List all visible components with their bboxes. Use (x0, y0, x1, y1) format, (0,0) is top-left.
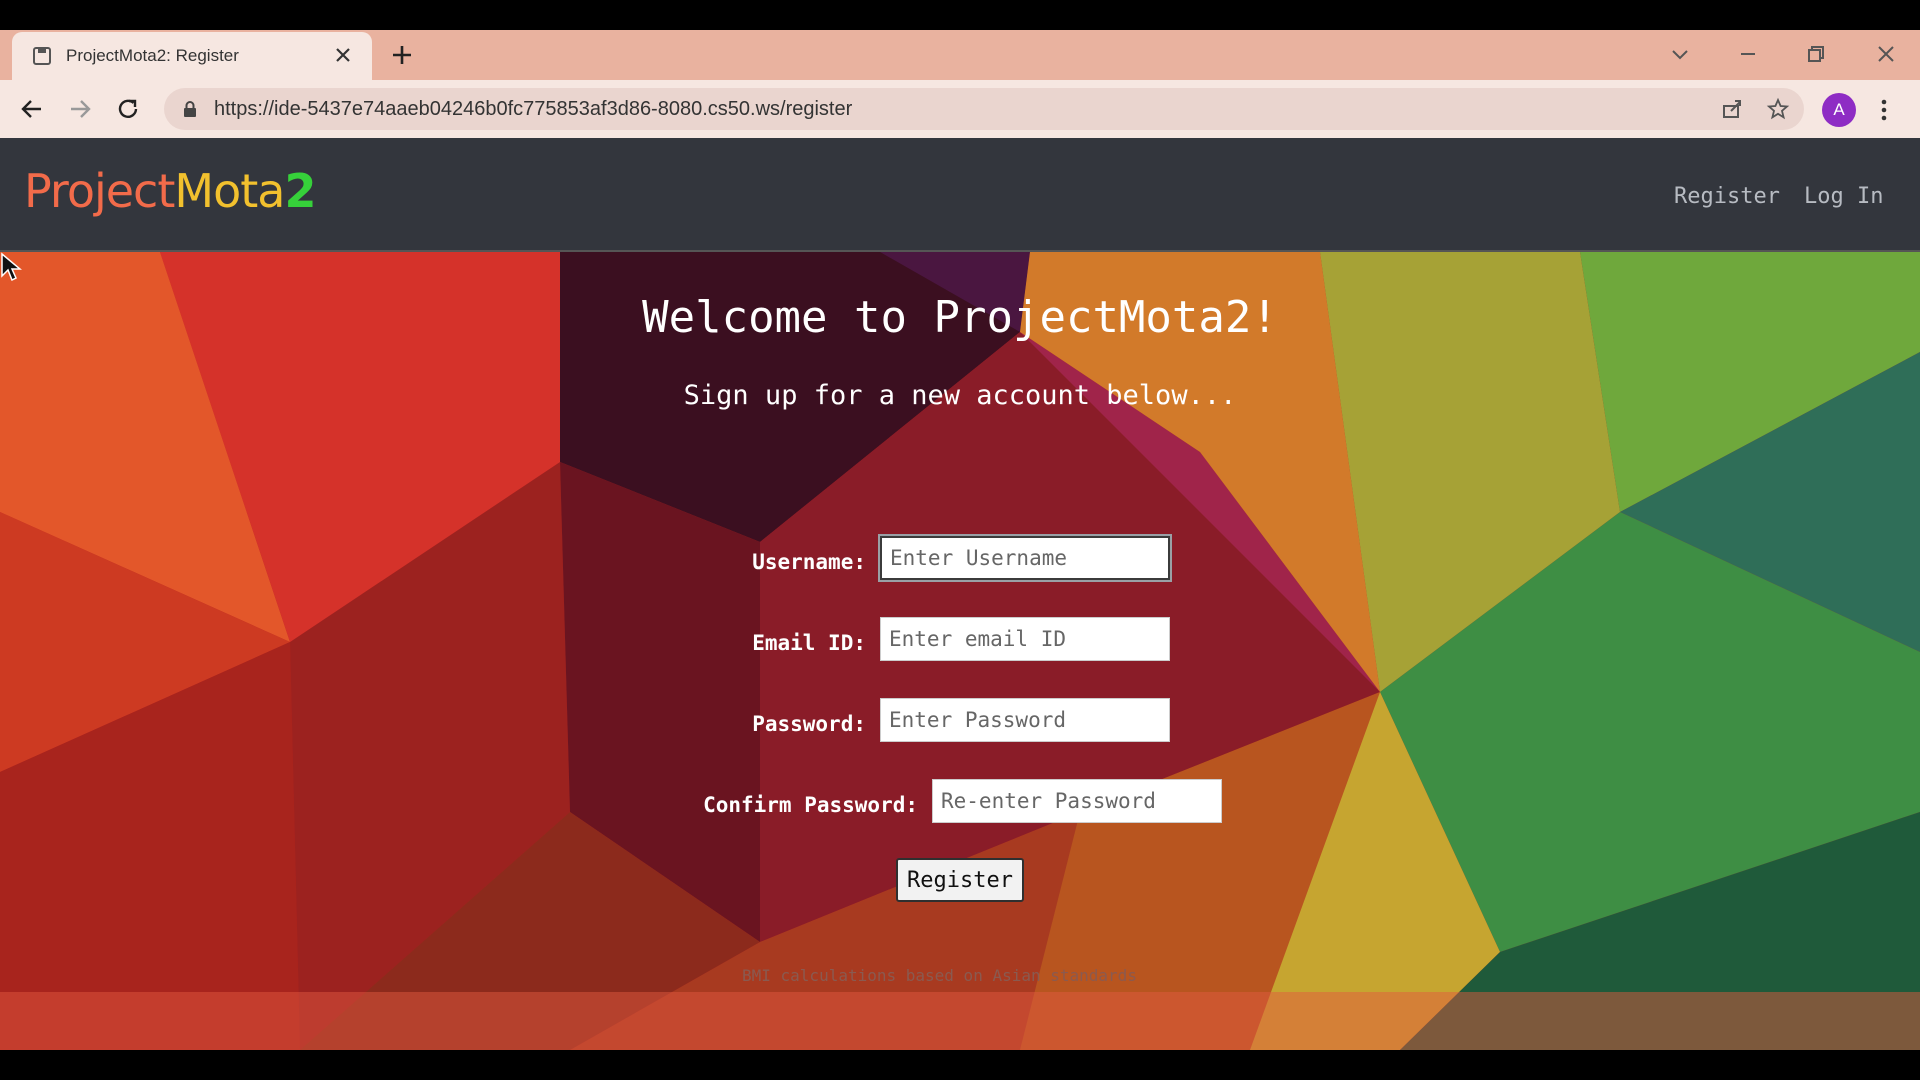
password-label: Password: (752, 712, 866, 736)
confirm-password-label: Confirm Password: (703, 793, 918, 817)
restore-icon[interactable] (1802, 40, 1830, 68)
email-input[interactable] (880, 617, 1170, 661)
back-icon[interactable] (18, 95, 46, 123)
page-title: Welcome to ProjectMota2! (642, 292, 1278, 343)
new-tab-icon[interactable] (390, 43, 414, 67)
tab-search-icon[interactable] (1666, 40, 1694, 68)
confirm-password-input[interactable] (932, 779, 1222, 823)
page-icon (33, 47, 51, 65)
close-tab-icon[interactable] (332, 44, 354, 66)
reload-icon[interactable] (114, 95, 142, 123)
page-subtitle: Sign up for a new account below... (683, 380, 1237, 411)
username-input[interactable] (880, 536, 1170, 580)
url-text: https://ide-5437e74aaeb04246b0fc775853af… (214, 98, 853, 120)
email-label: Email ID: (752, 631, 866, 655)
site-navbar: ProjectMota2 Register Log In (0, 138, 1920, 252)
lock-icon[interactable] (182, 100, 198, 118)
close-window-icon[interactable] (1872, 40, 1900, 68)
browser-toolbar: https://ide-5437e74aaeb04246b0fc775853af… (0, 80, 1920, 138)
minimize-icon[interactable] (1734, 40, 1762, 68)
profile-avatar[interactable]: A (1822, 93, 1856, 127)
share-icon[interactable] (1720, 97, 1744, 121)
site-logo[interactable]: ProjectMota2 (24, 164, 316, 218)
nav-login-link[interactable]: Log In (1804, 184, 1883, 209)
browser-tab[interactable]: ProjectMota2: Register (12, 32, 372, 80)
register-button[interactable]: Register (896, 858, 1024, 902)
bookmark-star-icon[interactable] (1766, 97, 1790, 121)
menu-kebab-icon[interactable] (1876, 96, 1892, 124)
footer (0, 992, 1920, 1050)
web-page: ProjectMota2 Register Log In Welcome to … (0, 138, 1920, 1050)
register-content: Welcome to ProjectMota2! Sign up for a n… (0, 252, 1920, 1050)
hero-section: Welcome to ProjectMota2! Sign up for a n… (0, 252, 1920, 1050)
mouse-cursor-icon (1, 252, 22, 282)
nav-register-link[interactable]: Register (1674, 184, 1780, 209)
forward-icon[interactable] (66, 95, 94, 123)
footer-note: BMI calculations based on Asian standard… (742, 966, 1137, 985)
screen: ProjectMota2: Register https://ide-5437e… (0, 30, 1920, 1050)
username-label: Username: (752, 550, 866, 574)
browser-tab-strip: ProjectMota2: Register (0, 30, 1920, 80)
password-input[interactable] (880, 698, 1170, 742)
address-bar[interactable]: https://ide-5437e74aaeb04246b0fc775853af… (164, 88, 1804, 130)
tab-title: ProjectMota2: Register (66, 46, 239, 65)
